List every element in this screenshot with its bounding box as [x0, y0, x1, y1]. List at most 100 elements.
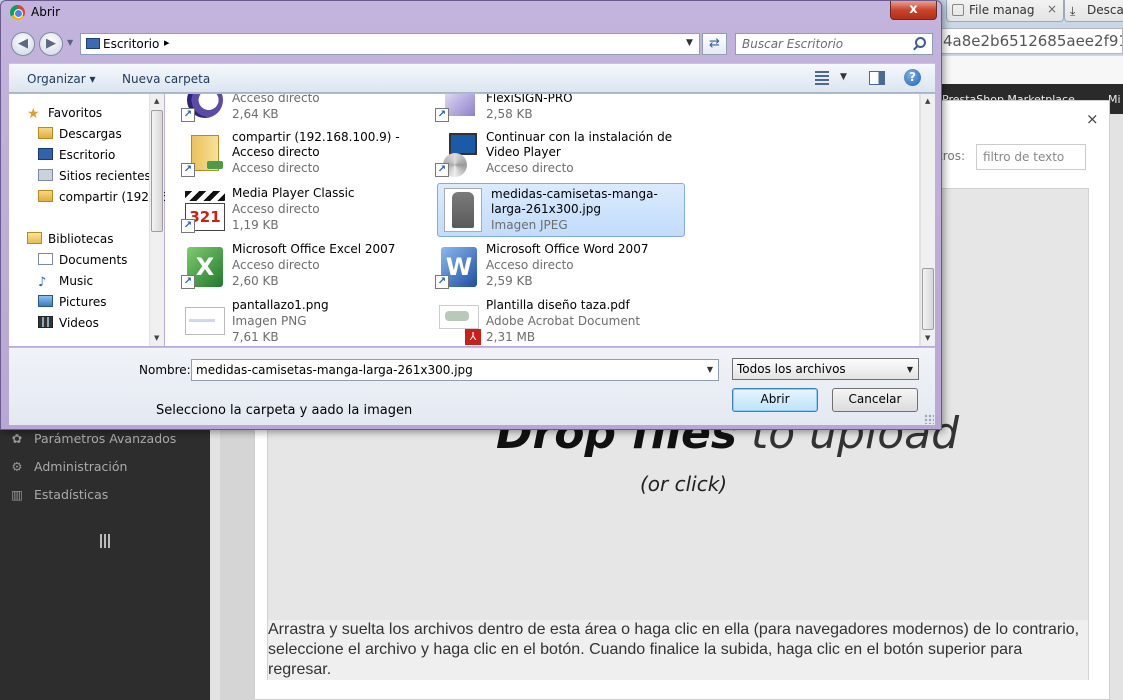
search-input[interactable]: Buscar Escritorio — [735, 33, 933, 55]
file-type-select[interactable]: Todos los archivos ▼ — [732, 358, 919, 380]
refresh-button[interactable]: ⇄ — [702, 33, 727, 55]
filename-input[interactable]: medidas-camisetas-manga-larga-261x300.jp… — [191, 359, 719, 381]
nav-item-music[interactable]: ♪ Music — [38, 274, 93, 289]
file-item[interactable]: 321 ↗ Media Player Classic Acceso direct… — [179, 185, 427, 235]
dialog-close-button[interactable]: x — [890, 1, 937, 20]
file-item[interactable]: ↗ compartir (192.168.100.9) - Acceso dir… — [179, 129, 427, 179]
file-item[interactable]: ↗ FlexiSIGN-PRO 2,58 KB — [433, 94, 681, 124]
star-icon: ★ — [27, 106, 40, 122]
dialog-footer: Nombre: medidas-camisetas-manga-larga-26… — [9, 347, 935, 425]
close-icon[interactable]: × — [1086, 110, 1099, 128]
videos-icon — [38, 316, 53, 328]
resize-grip-icon[interactable] — [924, 414, 934, 424]
pictures-icon — [38, 295, 53, 307]
address-location[interactable]: Escritorio — [103, 37, 159, 51]
filter-label: tros: — [938, 149, 966, 163]
nav-item-downloads[interactable]: Descargas — [38, 127, 122, 141]
dropzone-help-text: Arrastra y suelta los archivos dentro de… — [268, 620, 1088, 680]
filter-input[interactable]: filtro de texto — [976, 144, 1086, 170]
url-bar[interactable]: 4a8e2b6512685aee2f918 — [936, 28, 1123, 54]
file-item[interactable]: pantallazo1.png Imagen PNG 7,61 KB — [179, 297, 427, 346]
scroll-down-icon[interactable]: ▼ — [154, 334, 159, 342]
nav-scroll-thumb[interactable] — [151, 110, 163, 232]
close-tab-icon[interactable]: × — [1047, 2, 1057, 16]
back-button[interactable]: ◀ — [11, 32, 35, 56]
shortcut-arrow-icon: ↗ — [181, 219, 195, 233]
file-item-selected[interactable]: medidas-camisetas-manga-larga-261x300.jp… — [437, 183, 685, 237]
cancel-button[interactable]: Cancelar — [832, 388, 918, 412]
file-item[interactable]: W ↗ Microsoft Office Word 2007 Acceso di… — [433, 241, 681, 291]
nav-libraries[interactable]: Bibliotecas — [27, 232, 113, 246]
organize-button[interactable]: Organizar ▾ — [27, 72, 96, 86]
shortcut-arrow-icon: ↗ — [181, 163, 195, 177]
documents-icon — [38, 253, 53, 265]
desktop-icon — [86, 38, 100, 49]
chevron-down-icon[interactable]: ▼ — [840, 72, 847, 82]
chevron-down-icon[interactable]: ▼ — [686, 38, 693, 48]
open-button[interactable]: Abrir — [732, 388, 818, 412]
cog-icon: ⚙ — [11, 459, 23, 474]
forward-button[interactable]: ▶ — [39, 32, 63, 56]
nav-favorites[interactable]: ★ Favoritos — [27, 106, 102, 122]
flexisign-icon: ↗ — [435, 94, 481, 122]
network-folder-icon: ↗ — [181, 131, 227, 177]
chrome-icon — [10, 5, 25, 20]
file-item[interactable]: ⅄ Plantilla diseño taza.pdf Adobe Acroba… — [433, 297, 681, 346]
search-placeholder: Buscar Escritorio — [742, 37, 844, 51]
file-item[interactable]: ↗ Continuar con la instalación de Video … — [433, 129, 681, 179]
file-list-scrollbar[interactable]: ▲ ▼ — [920, 94, 935, 346]
installer-icon: ↗ — [435, 131, 481, 177]
nav-item-videos[interactable]: Videos — [38, 316, 99, 330]
file-item[interactable]: X ↗ Microsoft Office Excel 2007 Acceso d… — [179, 241, 427, 291]
file-scroll-thumb[interactable] — [922, 268, 934, 330]
shortcut-arrow-icon: ↗ — [181, 108, 195, 122]
toolbar-gap — [940, 56, 1123, 84]
file-item[interactable]: ↗ Acceso directo 2,64 KB — [179, 94, 427, 124]
media-player-icon: 321 ↗ — [181, 187, 227, 233]
new-folder-button[interactable]: Nueva carpeta — [122, 72, 210, 86]
app-shortcut-icon: ↗ — [181, 94, 227, 122]
dropzone-subtitle: (or click) — [640, 472, 728, 496]
nav-item-recent[interactable]: Sitios recientes — [38, 169, 151, 183]
view-options-icon[interactable] — [815, 71, 829, 85]
sidebar-item-advanced-params[interactable]: ✿ Parámetros Avanzados — [10, 431, 177, 446]
chevron-down-icon[interactable]: ▼ — [907, 365, 913, 374]
libraries-icon — [27, 232, 42, 244]
nav-item-documents[interactable]: Documents — [38, 253, 127, 267]
sidebar-collapse-handle[interactable] — [100, 534, 112, 548]
command-bar: Organizar ▾ Nueva carpeta ▼ ? — [9, 63, 935, 93]
shortcut-arrow-icon: ↗ — [435, 108, 449, 122]
annotation-text: Selecciono la carpeta y aado la imagen — [156, 403, 413, 418]
desktop-icon — [38, 148, 53, 160]
jpeg-thumbnail-icon — [440, 188, 486, 234]
file-list-pane: ↗ Acceso directo 2,64 KB ↗ FlexiSIGN-PRO… — [165, 94, 920, 346]
browser-tab-file-manager[interactable]: File manag × — [946, 0, 1064, 22]
recent-locations-dropdown[interactable]: ▼ — [67, 38, 73, 47]
help-icon[interactable]: ? — [904, 69, 921, 86]
nav-item-desktop[interactable]: Escritorio — [38, 148, 115, 162]
excel-icon: X ↗ — [181, 243, 227, 289]
music-icon: ♪ — [38, 275, 47, 290]
nav-item-pictures[interactable]: Pictures — [38, 295, 107, 309]
recent-places-icon — [38, 169, 53, 181]
downloads-folder-icon — [38, 127, 53, 139]
shortcut-arrow-icon: ↗ — [435, 275, 449, 289]
sidebar-item-administration[interactable]: ⚙ Administración — [10, 459, 127, 474]
chevron-down-icon[interactable]: ▼ — [707, 365, 713, 374]
sidebar-item-statistics[interactable]: ▥ Estadísticas — [10, 487, 108, 502]
scroll-up-icon[interactable]: ▲ — [925, 97, 930, 105]
preview-pane-icon[interactable] — [869, 71, 885, 85]
pdf-icon: ⅄ — [435, 299, 481, 345]
page-icon — [952, 4, 964, 16]
search-icon[interactable] — [915, 37, 926, 48]
shortcut-arrow-icon: ↗ — [181, 275, 195, 289]
dialog-title: Abrir — [31, 5, 61, 19]
nav-scrollbar[interactable]: ▲ ▼ — [149, 94, 164, 346]
filename-label: Nombre: — [139, 363, 191, 377]
png-thumbnail-icon — [181, 299, 227, 345]
address-bar[interactable]: Escritorio ▸ ▼ — [80, 33, 700, 55]
breadcrumb-arrow-icon[interactable]: ▸ — [164, 36, 170, 49]
browser-tab-downloads[interactable]: ⤓ Descar — [1064, 0, 1123, 22]
scroll-down-icon[interactable]: ▼ — [925, 334, 930, 342]
scroll-up-icon[interactable]: ▲ — [154, 97, 159, 105]
